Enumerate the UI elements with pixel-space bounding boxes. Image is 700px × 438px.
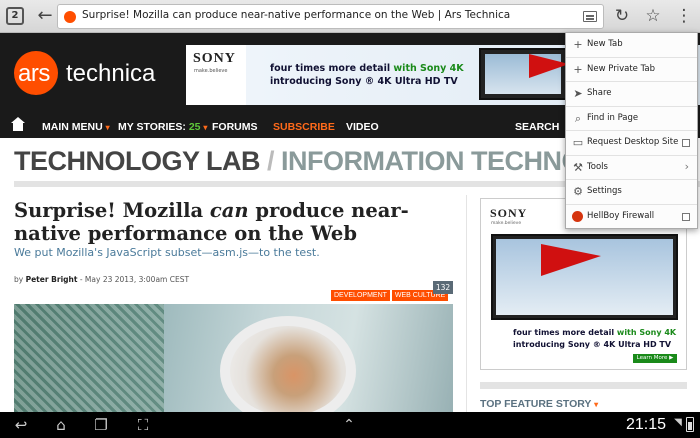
learn-more-button[interactable]: Learn More ▶: [633, 354, 677, 363]
share-icon: ➤: [573, 87, 583, 100]
menu-item-share[interactable]: ➤ Share: [566, 82, 697, 107]
top-feature-heading: TOP FEATURE STORY ▾: [480, 398, 599, 410]
page-title-in-urlbar: Surprise! Mozilla can produce near-nativ…: [82, 9, 511, 21]
system-menu-up-button[interactable]: ⌃: [340, 416, 358, 434]
article-subtitle: We put Mozilla's JavaScript subset—asm.j…: [14, 246, 320, 259]
sidebar-ad-headline: four times more detail with Sony 4K: [513, 328, 677, 337]
menu-item-settings[interactable]: ⚙ Settings: [566, 180, 697, 205]
screenshot-icon: ⛶: [137, 416, 149, 434]
menu-item-find-in-page[interactable]: ⌕ Find in Page: [566, 107, 697, 131]
private-tab-icon: +: [573, 62, 583, 76]
sidebar-divider-bar: [480, 382, 687, 389]
back-button[interactable]: ←: [33, 4, 57, 28]
menu-item-tools[interactable]: ⚒ Tools ›: [566, 156, 697, 180]
system-recent-apps-button[interactable]: ❐: [90, 416, 112, 434]
menu-item-request-desktop-site[interactable]: ▭ Request Desktop Site: [566, 131, 697, 156]
menu-item-label: Settings: [587, 186, 622, 196]
overflow-menu: + New Tab + New Private Tab ➤ Share ⌕ Fi…: [565, 32, 698, 229]
url-bar[interactable]: Surprise! Mozilla can produce near-nativ…: [57, 4, 604, 29]
system-back-button[interactable]: ↩: [10, 416, 32, 434]
browser-toolbar: 2 ← Surprise! Mozilla can produce near-n…: [0, 0, 700, 33]
nav-forums[interactable]: FORUMS: [212, 121, 258, 133]
tabs-counter-button[interactable]: 2: [6, 7, 24, 25]
chevron-right-icon: ›: [684, 159, 689, 173]
system-clock: 21:15: [626, 416, 667, 433]
banner-subline: introducing Sony ® 4K Ultra HD TV: [270, 76, 458, 87]
wifi-icon: ◥: [674, 417, 682, 428]
sidebar-ad-subline: introducing Sony ® 4K Ultra HD TV: [513, 340, 672, 349]
reload-icon: ↻: [614, 6, 630, 26]
system-navigation-bar: ↩ ⌂ ❐ ⛶ ⌃ 21:15 ◥: [0, 412, 700, 438]
banner-brand: SONY: [193, 51, 236, 66]
hero-lens-shape: [220, 316, 356, 412]
logo-ars-text: ars: [18, 60, 50, 87]
battery-icon: [686, 417, 694, 432]
section-main-link[interactable]: TECHNOLOGY LAB: [14, 146, 261, 176]
tag-development[interactable]: DEVELOPMENT: [331, 290, 390, 301]
system-home-button[interactable]: ⌂: [50, 416, 72, 434]
banner-flag-image: [529, 54, 569, 78]
menu-item-label: Tools: [587, 161, 608, 172]
menu-item-label: New Tab: [587, 39, 623, 49]
menu-item-label: Request Desktop Site: [587, 137, 679, 147]
home-icon[interactable]: [11, 117, 25, 131]
chevron-up-icon: ⌃: [343, 417, 355, 433]
desktop-site-checkbox[interactable]: [682, 139, 690, 147]
reader-mode-icon[interactable]: [583, 11, 597, 22]
overflow-menu-icon: ⋮: [675, 6, 693, 26]
menu-item-new-private-tab[interactable]: + New Private Tab: [566, 58, 697, 82]
back-icon: ↩: [14, 416, 28, 434]
nav-my-stories[interactable]: MY STORIES: 25 ▾: [118, 121, 207, 133]
menu-item-label: New Private Tab: [587, 63, 655, 74]
recent-apps-icon: ❐: [94, 416, 108, 434]
tools-icon: ⚒: [573, 160, 583, 174]
sidebar-ad-flag-image: [541, 244, 601, 276]
author-link[interactable]: Peter Bright: [26, 275, 78, 284]
menu-item-label: Find in Page: [587, 112, 639, 123]
sidebar-divider: [466, 195, 467, 412]
logo-technica-text: technica: [66, 60, 156, 87]
bookmark-button[interactable]: ☆: [641, 4, 665, 28]
star-icon: ☆: [645, 6, 661, 26]
search-icon: ⌕: [574, 111, 582, 125]
firewall-icon: [572, 210, 583, 222]
article-hero-image: [14, 304, 453, 412]
menu-item-new-tab[interactable]: + New Tab: [566, 33, 697, 58]
nav-video[interactable]: VIDEO: [346, 121, 379, 133]
section-heading: TECHNOLOGY LAB / INFORMATION TECHNOLOGY: [14, 146, 657, 176]
system-screenshot-button[interactable]: ⛶: [132, 416, 154, 434]
overflow-menu-button[interactable]: ⋮: [672, 4, 696, 28]
desktop-icon: ▭: [572, 136, 584, 149]
article-title: Surprise! Mozilla can produce near-nativ…: [14, 199, 409, 245]
byline: by Peter Bright - May 23 2013, 3:00am CE…: [14, 275, 190, 284]
nav-main-menu[interactable]: MAIN MENU ▾: [42, 121, 110, 133]
site-favicon-icon: [64, 11, 76, 23]
home-outline-icon: ⌂: [56, 416, 66, 434]
gear-icon: ⚙: [573, 185, 583, 198]
menu-item-label: Share: [587, 88, 612, 98]
menu-item-hellboy-firewall[interactable]: HellBoy Firewall: [566, 205, 697, 230]
nav-search[interactable]: SEARCH: [515, 121, 559, 133]
firewall-checkbox[interactable]: [682, 212, 690, 221]
back-arrow-icon: ←: [37, 5, 53, 26]
menu-item-label: HellBoy Firewall: [587, 210, 655, 221]
sidebar-ad-tagline: make.believe: [491, 221, 522, 226]
sidebar-ad-brand: SONY: [490, 206, 528, 220]
reload-button[interactable]: ↻: [610, 4, 634, 28]
browser-window: 2 ← Surprise! Mozilla can produce near-n…: [0, 0, 700, 438]
banner-headline: four times more detail with Sony 4K: [270, 63, 464, 74]
plus-icon: +: [573, 38, 583, 51]
comment-count-badge[interactable]: 132: [433, 281, 453, 294]
banner-tagline: make.believe: [194, 68, 228, 74]
nav-subscribe[interactable]: SUBSCRIBE: [273, 121, 335, 133]
